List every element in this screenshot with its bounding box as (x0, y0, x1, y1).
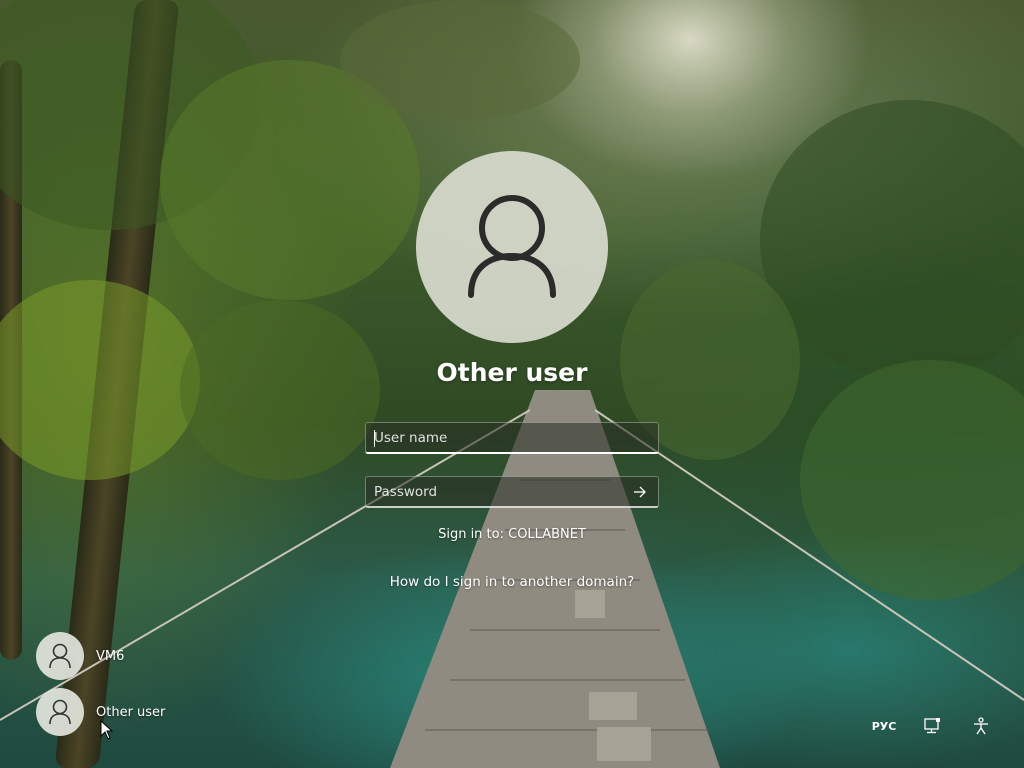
arrow-right-icon (634, 486, 646, 498)
user-tile-label: Other user (96, 704, 166, 720)
user-tile-vm6[interactable]: VM6 (36, 632, 124, 680)
accessibility-icon (974, 717, 988, 735)
sign-in-domain-text: Sign in to: COLLABNET (438, 527, 586, 542)
network-button[interactable] (920, 714, 944, 738)
text-caret (374, 430, 375, 447)
user-tile-avatar (36, 632, 84, 680)
language-indicator[interactable]: РУС (868, 714, 900, 738)
accessibility-button[interactable] (969, 714, 993, 738)
mouse-cursor-icon (100, 720, 114, 740)
username-field[interactable] (365, 422, 659, 454)
another-domain-link[interactable]: How do I sign in to another domain? (332, 574, 692, 590)
password-field[interactable] (365, 476, 659, 508)
user-icon (468, 195, 556, 298)
user-tile-label: VM6 (96, 648, 125, 664)
user-avatar-large (416, 151, 608, 343)
user-icon (49, 699, 71, 725)
network-icon (924, 718, 940, 734)
user-tile-avatar (36, 688, 84, 736)
submit-button[interactable] (628, 481, 652, 503)
user-title: Other user (436, 358, 588, 387)
lock-screen: Other user Sign in to: COLLABNET How do … (0, 0, 1024, 768)
user-icon (49, 643, 71, 669)
username-input[interactable] (366, 428, 626, 447)
password-input[interactable] (366, 482, 626, 501)
